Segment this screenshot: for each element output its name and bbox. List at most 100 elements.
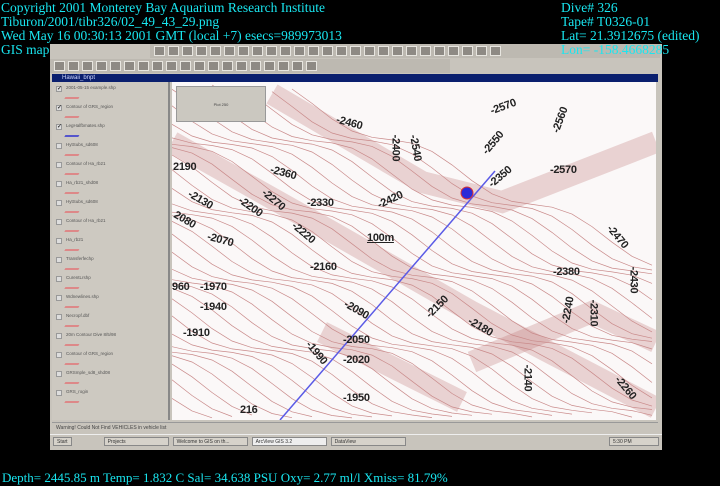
taskbar-item[interactable]: DataView (330, 437, 406, 446)
quick-launch-icons[interactable] (75, 437, 100, 446)
layer-name: GRSmple_sd8_shd08 (66, 370, 111, 375)
layer-name: 2001-05-15 example.shp (66, 85, 116, 90)
layer-symbol (64, 150, 82, 156)
layer-name: HytSubs_sd608 (66, 199, 98, 204)
layer-symbol (64, 321, 82, 327)
legend-item[interactable]: CurentLrshp (54, 275, 166, 294)
layer-checkbox[interactable] (56, 314, 62, 320)
legend-item[interactable]: Necropf.dbf (54, 313, 166, 332)
contour-label: -2380 (553, 266, 580, 278)
longitude: Lon= -158.4668285 (561, 42, 670, 57)
layer-name: Contour of GRS_region (66, 351, 114, 356)
contour-label: -2020 (343, 354, 370, 366)
legend-item[interactable]: Ha_rb21 (54, 237, 166, 256)
layer-symbol (64, 131, 82, 137)
layer-name: Transferfechp (66, 256, 94, 261)
contour-label: -1970 (200, 281, 227, 293)
layer-checkbox[interactable] (56, 352, 62, 358)
layer-name: Contour of GRS_region (66, 104, 114, 109)
legend-item[interactable]: Contour of Ha_rb21 (54, 218, 166, 237)
sensor-readout: Depth= 2445.85 m Temp= 1.832 C Sal= 34.6… (2, 470, 448, 485)
layer-symbol (64, 207, 82, 213)
layer-name: GRS_rogin (66, 389, 89, 394)
layer-symbol (64, 264, 82, 270)
legend-item[interactable]: Transferfechp (54, 256, 166, 275)
timestamp: Wed May 16 00:30:13 2001 GMT (local +7) … (1, 28, 342, 43)
layer-symbol (64, 378, 82, 384)
layer-name: Ha_rb21 (66, 237, 84, 242)
layer-name: Necropf.dbf (66, 313, 90, 318)
source-label: GIS map (1, 42, 50, 57)
layer-checkbox[interactable] (56, 181, 62, 187)
taskbar: Start Projects Welcome to GIS on th... A… (50, 434, 662, 448)
layer-symbol (64, 302, 82, 308)
legend-item[interactable]: HytSubs_sd608 (54, 199, 166, 218)
contour-label: 2190 (173, 161, 197, 173)
clock: 5:30 PM (609, 437, 659, 446)
layer-checkbox[interactable] (56, 238, 62, 244)
desktop-screen: Hawaii_bnpt ✓ 2001-05-15 example.shp ✓ Cont… (50, 44, 662, 450)
contour-label: -1910 (183, 327, 210, 339)
layer-symbol (64, 245, 82, 251)
legend-item[interactable]: Ha_rb21_shd08 (54, 180, 166, 199)
legend-item[interactable]: Wdnewlines.shp (54, 294, 166, 313)
contour-band (266, 84, 656, 214)
legend-item[interactable]: GRS_rogin (54, 389, 166, 408)
contour-label: 216 (240, 404, 258, 416)
legend-item[interactable]: 20m Contour Dive 8/5/98 (54, 332, 166, 351)
taskbar-item[interactable]: Welcome to GIS on th... (172, 437, 248, 446)
scale-bar: 100m (367, 232, 394, 244)
taskbar-item[interactable]: ArcView GIS 3.2 (251, 437, 327, 446)
layer-name: LegHalfbmates.shp (66, 123, 105, 128)
toolbar-tools[interactable] (50, 59, 450, 73)
legend-item[interactable]: HytSubs_sd608 (54, 142, 166, 161)
legend-item[interactable]: GRSmple_sd8_shd08 (54, 370, 166, 389)
contour-label: -2160 (310, 261, 337, 273)
layer-checkbox[interactable] (56, 257, 62, 263)
layer-symbol (64, 112, 82, 118)
layer-symbol (64, 93, 82, 99)
layer-checkbox[interactable] (56, 371, 62, 377)
taskbar-item[interactable]: Projects (103, 437, 169, 446)
legend-item[interactable]: Contour of GRS_region (54, 351, 166, 370)
contour-line (172, 379, 233, 417)
layer-checkbox[interactable] (56, 162, 62, 168)
latitude: Lat= 21.3912675 (edited) (561, 28, 700, 43)
layer-checkbox[interactable] (56, 390, 62, 396)
layer-checkbox[interactable] (56, 295, 62, 301)
map-view[interactable]: Plot 250 100m -2460 -2570 -2560 -2400 -2540-… (172, 82, 656, 420)
layer-symbol (64, 397, 82, 403)
layer-name: Contour of Ha_rb21 (66, 161, 106, 166)
contour-label: -2140 (521, 364, 534, 392)
layer-checkbox[interactable]: ✓ (56, 105, 62, 111)
layer-checkbox[interactable] (56, 333, 62, 339)
layer-checkbox[interactable] (56, 143, 62, 149)
contour-line (172, 355, 293, 419)
contour-label: -2330 (307, 197, 334, 209)
contour-map (172, 84, 656, 420)
layer-symbol (64, 169, 82, 175)
legend-item[interactable]: Contour of Ha_rb21 (54, 161, 166, 180)
layer-checkbox[interactable] (56, 219, 62, 225)
start-button[interactable]: Start (53, 437, 72, 446)
layer-name: HytSubs_sd608 (66, 142, 98, 147)
layer-checkbox[interactable] (56, 200, 62, 206)
layer-checkbox[interactable] (56, 276, 62, 282)
layer-symbol (64, 340, 82, 346)
status-bar: Warning! Could Not Find VEHICLES in vehi… (52, 422, 658, 433)
legend-panel[interactable]: ✓ 2001-05-15 example.shp ✓ Contour of GRS_r… (52, 82, 170, 420)
dive-number: Dive# 326 (561, 0, 618, 15)
contour-label: -2050 (343, 334, 370, 346)
layer-checkbox[interactable]: ✓ (56, 86, 62, 92)
contour-label: -2310 (587, 299, 600, 327)
contour-label: 960 (172, 281, 190, 293)
view-title-bar[interactable]: Hawaii_bnpt (52, 74, 658, 82)
contour-label: -2430 (627, 266, 640, 294)
legend-item[interactable]: ✓ Contour of GRS_region (54, 104, 166, 123)
legend-item[interactable]: ✓ 2001-05-15 example.shp (54, 85, 166, 104)
layer-name: Wdnewlines.shp (66, 294, 99, 299)
layer-name: CurentLrshp (66, 275, 91, 280)
contour-label: -1940 (200, 301, 227, 313)
legend-item[interactable]: ✓ LegHalfbmates.shp (54, 123, 166, 142)
layer-checkbox[interactable]: ✓ (56, 124, 62, 130)
